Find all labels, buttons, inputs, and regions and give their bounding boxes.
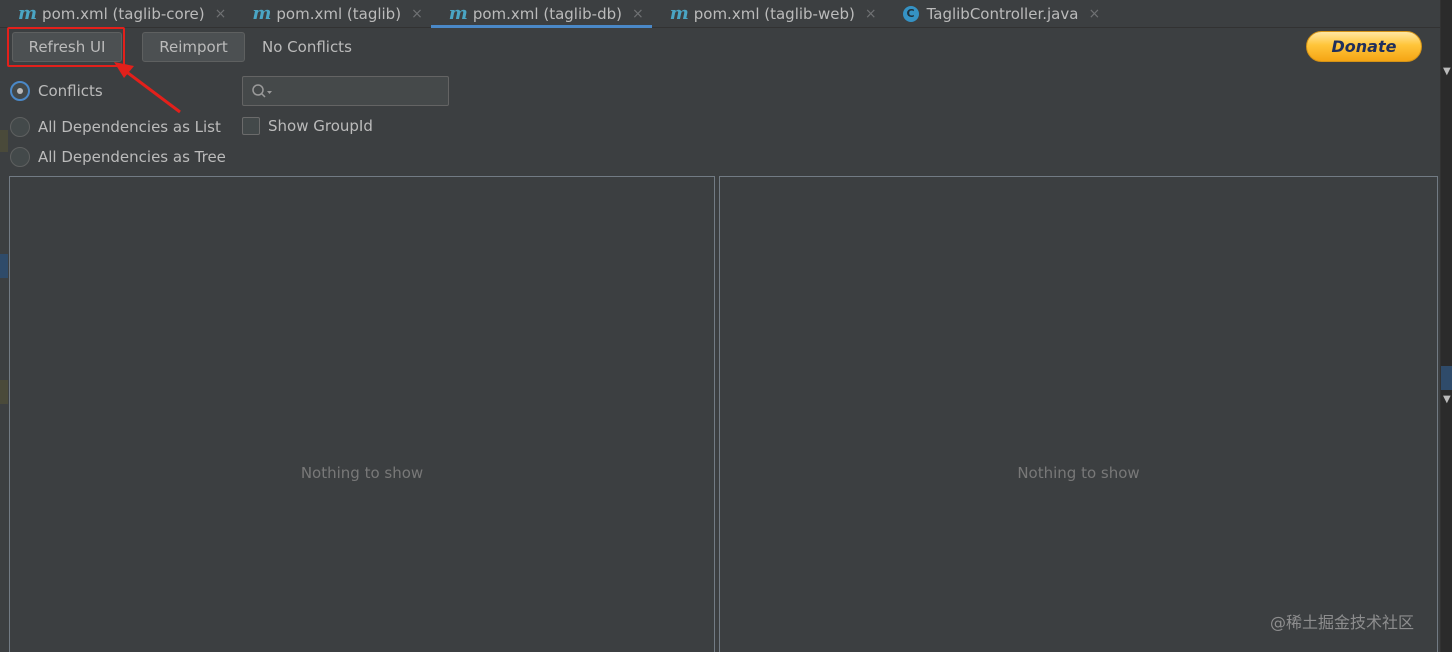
radio-label: All Dependencies as Tree — [38, 148, 226, 166]
watermark: @稀土掘金技术社区 — [1270, 613, 1415, 632]
radio-indicator[interactable] — [10, 117, 30, 137]
triangle-down-icon[interactable]: ▼ — [1443, 66, 1451, 77]
conflicts-status: No Conflicts — [262, 38, 352, 56]
search-input[interactable] — [242, 76, 449, 106]
close-icon[interactable]: × — [411, 6, 423, 22]
checkbox-indicator[interactable] — [242, 117, 260, 135]
tab-label: pom.xml (taglib-web) — [693, 4, 855, 23]
tab-label: pom.xml (taglib) — [276, 4, 402, 23]
radio-all-dependencies-list[interactable]: All Dependencies as List — [10, 117, 221, 137]
editor-tab-bar: m pom.xml (taglib-core) × m pom.xml (tag… — [0, 0, 1440, 28]
maven-m-icon: m — [669, 2, 689, 24]
maven-m-icon: m — [448, 2, 468, 24]
empty-state-text: Nothing to show — [1017, 464, 1140, 482]
empty-state-text: Nothing to show — [300, 464, 424, 482]
tab-pom-taglib[interactable]: m pom.xml (taglib) × — [234, 0, 430, 27]
right-tool-strip: ▼ ▼ — [1440, 0, 1452, 652]
left-gutter-selection — [0, 254, 8, 278]
close-icon[interactable]: × — [215, 6, 227, 22]
close-icon[interactable]: × — [632, 6, 644, 22]
donate-button[interactable]: Donate — [1306, 31, 1422, 62]
show-groupid-checkbox[interactable]: Show GroupId — [242, 117, 373, 135]
tab-taglib-controller[interactable]: C TaglibController.java × — [885, 0, 1109, 27]
radio-all-dependencies-tree[interactable]: All Dependencies as Tree — [10, 147, 226, 167]
radio-label: Conflicts — [38, 82, 103, 100]
tab-pom-taglib-db[interactable]: m pom.xml (taglib-db) × — [430, 0, 652, 28]
annotation-arrow — [114, 62, 181, 114]
left-gutter-marker — [0, 130, 8, 152]
right-strip-selection — [1441, 366, 1452, 390]
tab-pom-taglib-web[interactable]: m pom.xml (taglib-web) × — [652, 0, 885, 27]
radio-indicator[interactable] — [10, 147, 30, 167]
maven-m-icon: m — [252, 2, 272, 24]
java-class-icon: C — [902, 5, 919, 22]
checkbox-label: Show GroupId — [268, 117, 373, 135]
radio-conflicts[interactable]: Conflicts — [10, 81, 103, 101]
triangle-down-icon[interactable]: ▼ — [1443, 394, 1451, 405]
radio-indicator[interactable] — [10, 81, 30, 101]
close-icon[interactable]: × — [1088, 6, 1100, 22]
tab-label: pom.xml (taglib-db) — [472, 4, 622, 23]
radio-label: All Dependencies as List — [38, 118, 221, 136]
close-icon[interactable]: × — [865, 6, 877, 22]
search-icon — [252, 84, 272, 98]
tab-label: TaglibController.java — [926, 4, 1079, 23]
dependency-panel-left[interactable]: Nothing to show — [9, 176, 715, 652]
dependency-panel-right[interactable]: Nothing to show — [719, 176, 1438, 652]
left-gutter-marker — [0, 380, 8, 404]
